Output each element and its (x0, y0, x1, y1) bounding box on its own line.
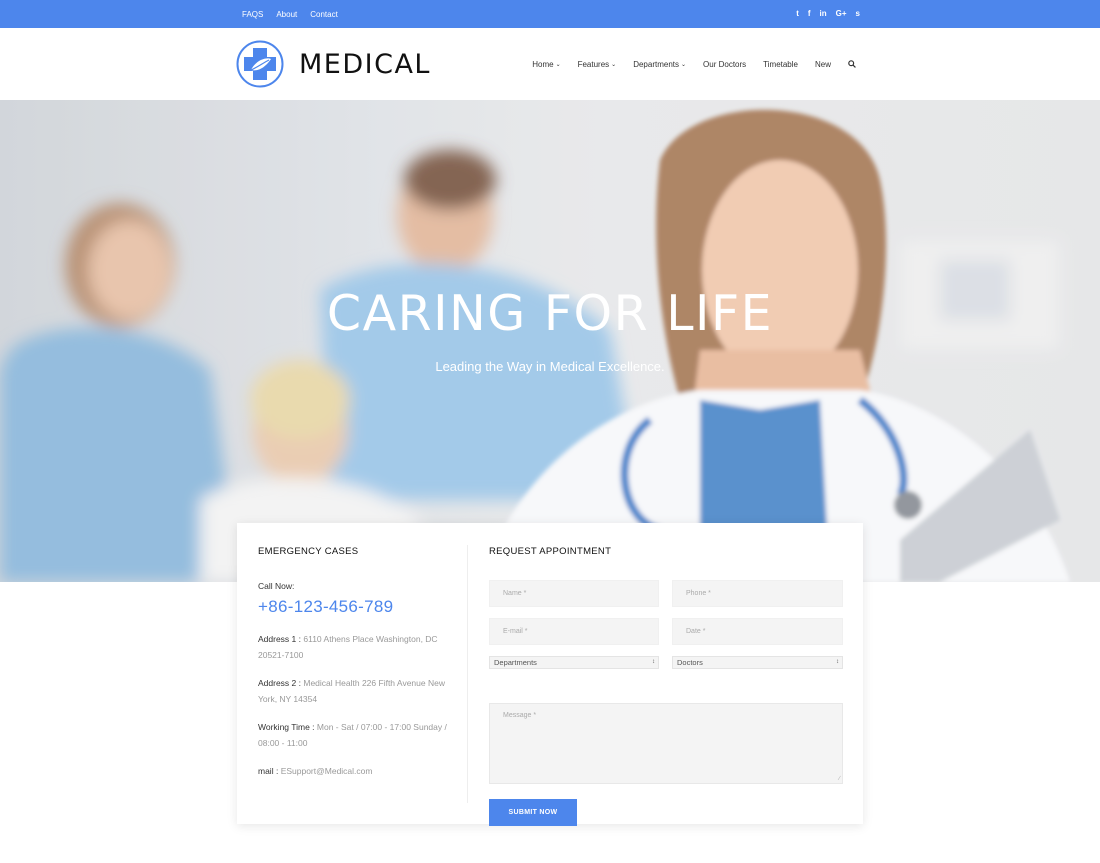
logo[interactable]: MEDICAL (236, 40, 431, 88)
select-arrows-icon: ↕ (836, 659, 839, 665)
name-field[interactable]: Name * (489, 580, 659, 607)
nav-item-features[interactable]: Features ⌄ (578, 60, 617, 69)
nav-label: New (814, 59, 831, 69)
address-2: Address 2 : Medical Health 226 Fifth Ave… (258, 675, 448, 707)
submit-button[interactable]: SUBMIT NOW (489, 799, 577, 826)
departments-select[interactable]: Departments ↕ (489, 656, 659, 669)
hero-subtitle: Leading the Way in Medical Excellence. (435, 359, 665, 374)
google-plus-icon[interactable]: G+ (836, 10, 847, 18)
hero-banner: CARING FOR LIFE Leading the Way in Medic… (0, 100, 1100, 582)
mail-value[interactable]: ESupport@Medical.com (281, 766, 373, 776)
message-field[interactable]: Message * ∕ (489, 703, 843, 784)
mail: mail : ESupport@Medical.com (258, 763, 448, 779)
nav-label: Timetable (763, 59, 798, 69)
doctors-selected: Doctors (677, 658, 703, 667)
select-arrows-icon: ↕ (652, 659, 655, 665)
card-divider (467, 545, 468, 803)
address-1: Address 1 : 6110 Athens Place Washington… (258, 631, 448, 663)
emergency-phone[interactable]: +86-123-456-789 (258, 597, 448, 617)
nav-item-departments[interactable]: Departments ⌄ (633, 60, 686, 69)
top-links: FAQS About Contact (242, 0, 338, 28)
address-1-label: Address 1 : (258, 634, 301, 644)
skype-icon[interactable]: s (856, 10, 860, 18)
departments-selected: Departments (494, 658, 537, 667)
twitter-icon[interactable]: t (796, 10, 799, 18)
linkedin-icon[interactable]: in (820, 10, 827, 18)
facebook-icon[interactable]: f (808, 10, 811, 18)
social-links: t f in G+ s (796, 0, 860, 28)
call-now-label: Call Now: (258, 581, 295, 591)
nav-label: Departments (633, 59, 679, 69)
nav-item-home[interactable]: Home ⌄ (532, 60, 560, 69)
medical-cross-logo-icon (236, 40, 284, 88)
main-nav: Home ⌄ Features ⌄ Departments ⌄ Our Doctors… (532, 28, 856, 100)
emergency-section: EMERGENCY CASES Call Now: +86-123-456-78… (258, 546, 448, 779)
nav-item-new[interactable]: New (815, 60, 831, 69)
nav-item-our-doctors[interactable]: Our Doctors (703, 60, 746, 69)
address-2-label: Address 2 : (258, 678, 301, 688)
about-link[interactable]: About (276, 10, 297, 19)
info-card: EMERGENCY CASES Call Now: +86-123-456-78… (237, 523, 863, 826)
chevron-down-icon: ⌄ (681, 61, 687, 68)
date-field[interactable]: Date * (672, 618, 843, 645)
faqs-link[interactable]: FAQS (242, 10, 263, 19)
phone-field[interactable]: Phone * (672, 580, 843, 607)
doctors-select[interactable]: Doctors ↕ (672, 656, 843, 669)
logo-text: MEDICAL (299, 48, 431, 80)
contact-link[interactable]: Contact (310, 10, 338, 19)
nav-label: Features (577, 59, 610, 69)
appointment-heading: REQUEST APPOINTMENT (489, 546, 612, 557)
hero-title: CARING FOR LIFE (326, 285, 774, 342)
chevron-down-icon: ⌄ (555, 61, 561, 68)
working-time: Working Time : Mon - Sat / 07:00 - 17:00… (258, 719, 448, 751)
working-time-label: Working Time : (258, 722, 315, 732)
chevron-down-icon: ⌄ (611, 61, 617, 68)
mail-label: mail : (258, 766, 279, 776)
email-field[interactable]: E-mail * (489, 618, 659, 645)
emergency-heading: EMERGENCY CASES (258, 546, 359, 557)
message-placeholder: Message * (503, 712, 537, 719)
top-bar: FAQS About Contact t f in G+ s (0, 0, 1100, 28)
appointment-section: REQUEST APPOINTMENT Name * Phone * E-mai… (489, 546, 843, 826)
nav-label: Our Doctors (703, 59, 747, 69)
site-header: MEDICAL Home ⌄ Features ⌄ Departments ⌄ Our… (0, 28, 1100, 100)
nav-item-timetable[interactable]: Timetable (763, 60, 798, 69)
nav-label: Home (532, 59, 554, 69)
search-icon[interactable] (848, 60, 856, 68)
resize-grip-icon[interactable]: ∕ (839, 776, 840, 782)
